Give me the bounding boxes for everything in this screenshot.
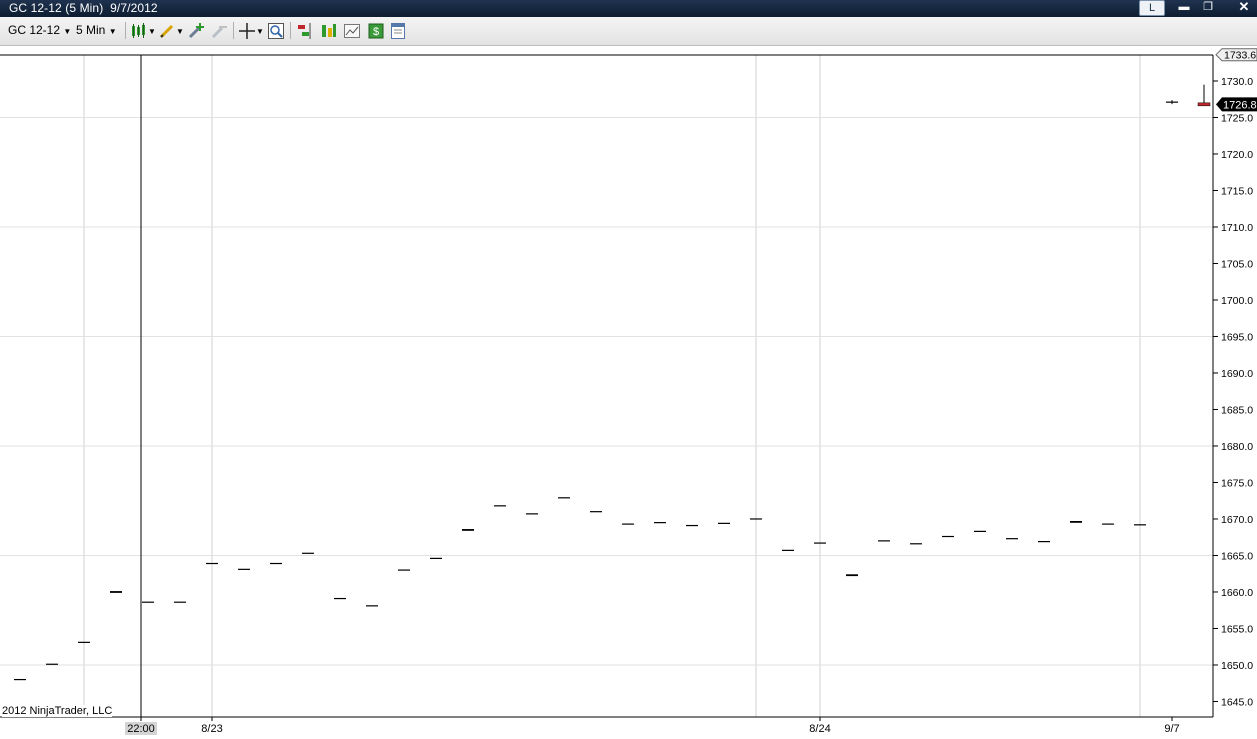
zoom-icon[interactable] [267, 22, 285, 40]
x-tick-label: 8/24 [809, 723, 830, 735]
y-tick-label: 1730.0 [1221, 76, 1253, 88]
y-tick-label: 1720.0 [1221, 149, 1253, 161]
y-tick-label: 1665.0 [1221, 550, 1253, 562]
chart-canvas[interactable]: 1645.0 1650.0 1655.0 1660.0 1665.0 1670.0 1675… [0, 45, 1257, 739]
toolbar-divider [290, 22, 291, 39]
last-price-label: 1726.8 [1223, 99, 1257, 111]
candlestick-chart-icon[interactable] [130, 22, 148, 40]
chevron-down-icon[interactable]: ▼ [256, 27, 264, 36]
copyright-label: 2012 NinjaTrader, LLC [2, 705, 113, 717]
interval-label: 5 Min [76, 23, 106, 37]
toolbar-divider [125, 22, 126, 39]
y-tick-label: 1705.0 [1221, 258, 1253, 270]
x-tick-label: 8/23 [201, 723, 222, 735]
remove-indicator-icon[interactable] [210, 22, 228, 40]
chevron-down-icon: ▼ [63, 27, 72, 36]
pencil-draw-icon[interactable] [158, 22, 176, 40]
y-tick-label: 1670.0 [1221, 514, 1253, 526]
chart-toolbar: GC 12-12 ▼ 5 Min ▼ ▼ ▼ ▼ $ [0, 17, 1257, 46]
crosshair-icon[interactable] [238, 22, 256, 40]
chevron-down-icon[interactable]: ▼ [176, 27, 184, 36]
dollar-icon[interactable]: $ [367, 22, 385, 40]
y-tick-label: 1660.0 [1221, 587, 1253, 599]
y-tick-label: 1715.0 [1221, 185, 1253, 197]
link-button[interactable]: L [1139, 0, 1165, 16]
interval-selector[interactable]: 5 Min ▼ [76, 23, 117, 37]
restore-icon[interactable]: ❐ [1200, 0, 1216, 15]
chevron-down-icon[interactable]: ▼ [148, 27, 156, 36]
y-tick-label: 1675.0 [1221, 477, 1253, 489]
minimize-icon[interactable]: ▬ [1176, 0, 1192, 15]
y-tick-label: 1650.0 [1221, 660, 1253, 672]
y-tick-label: 1690.0 [1221, 368, 1253, 380]
strategy-icon[interactable] [320, 22, 338, 40]
window-title: GC 12-12 (5 Min) 9/7/2012 [9, 1, 158, 15]
y-tick-label: 1680.0 [1221, 441, 1253, 453]
x-tick-label: 22:00 [127, 723, 155, 735]
instrument-selector[interactable]: GC 12-12 ▼ [8, 23, 71, 37]
title-bar: GC 12-12 (5 Min) 9/7/2012 L ▬ ❐ ✕ [0, 0, 1257, 17]
x-tick-label: 9/7 [1164, 723, 1179, 735]
price-bar [1197, 102, 1211, 107]
y-tick-label: 1700.0 [1221, 295, 1253, 307]
toolbar-divider [233, 22, 234, 39]
y-tick-label: 1685.0 [1221, 404, 1253, 416]
y-tick-label: 1645.0 [1221, 696, 1253, 708]
properties-icon[interactable] [389, 22, 407, 40]
y-tick-label: 1655.0 [1221, 623, 1253, 635]
top-price-marker-label: 1733.6 [1224, 50, 1256, 62]
svg-text:$: $ [373, 26, 379, 38]
price-chart[interactable]: 1645.0 1650.0 1655.0 1660.0 1665.0 1670.0 1675… [0, 45, 1257, 739]
instrument-label: GC 12-12 [8, 23, 61, 37]
chevron-down-icon: ▼ [108, 27, 117, 36]
y-tick-label: 1710.0 [1221, 222, 1253, 234]
close-icon[interactable]: ✕ [1236, 0, 1252, 15]
y-tick-label: 1695.0 [1221, 331, 1253, 343]
order-entry-icon[interactable] [296, 22, 314, 40]
add-indicator-icon[interactable] [187, 22, 205, 40]
chart-style-icon[interactable] [343, 22, 361, 40]
y-tick-label: 1725.0 [1221, 112, 1253, 124]
